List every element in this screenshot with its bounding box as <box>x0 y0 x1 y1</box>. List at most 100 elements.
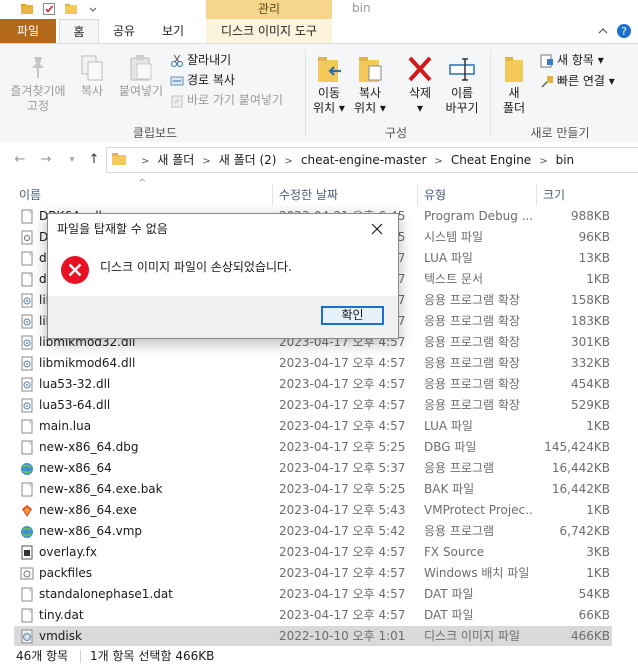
easy-access-button[interactable]: 빠른 연결 ▾ <box>540 73 615 89</box>
rename-button[interactable]: 이름 바꾸기 <box>442 54 482 116</box>
pin-to-quick-access-button[interactable]: 즐겨찾기에 고정 <box>6 54 70 114</box>
paste-shortcut-button[interactable]: 바로 가기 붙여넣기 <box>170 92 283 108</box>
dll-icon <box>21 335 33 350</box>
file-size: 988KB <box>570 209 610 223</box>
breadcrumb-separator[interactable]: > <box>284 156 292 167</box>
up-arrow-icon[interactable]: ↑ <box>86 152 102 168</box>
breadcrumb-separator[interactable]: > <box>202 156 210 167</box>
folder-icon <box>112 153 126 165</box>
breadcrumb-separator[interactable]: > <box>539 156 547 167</box>
file-name: tiny.dat <box>39 608 84 622</box>
ribbon-divider <box>490 50 491 136</box>
file-name: d <box>39 272 47 286</box>
paste-shortcut-label: 바로 가기 붙여넣기 <box>187 93 283 107</box>
file-name: lua53-64.dll <box>39 398 111 412</box>
tab-disk-image-tools[interactable]: 디스크 이미지 도구 <box>206 19 332 43</box>
chevron-up-icon[interactable] <box>596 24 610 38</box>
forward-arrow-icon[interactable]: → <box>38 152 54 168</box>
file-row[interactable]: lua53-64.dll 2023-04-17 오후 4:57 응용 프로그램 확장… <box>14 395 612 416</box>
file-row[interactable]: overlay.fx 2023-04-17 오후 4:57 FX Source 3KB <box>14 542 612 563</box>
file-row[interactable]: standalonephase1.dat 2023-04-17 오후 4:57 DA… <box>14 584 612 605</box>
file-row[interactable]: libmikmod64.dll 2023-04-17 오후 4:57 응용 프로그램… <box>14 353 612 374</box>
copy-path-button[interactable]: 경로 복사 <box>170 72 235 88</box>
delete-label-line1: 삭제 <box>408 86 432 100</box>
pin-label-line2: 고정 <box>26 99 50 113</box>
column-type[interactable]: 유형 <box>424 184 534 206</box>
breadcrumb-item[interactable]: bin <box>556 153 575 167</box>
new-folder-quick-icon[interactable] <box>64 2 78 16</box>
column-divider[interactable] <box>272 184 273 206</box>
move-to-label-line2: 위치 ▾ <box>313 101 345 115</box>
paste-clipboard-icon <box>130 55 152 81</box>
tab-view[interactable]: 보기 <box>152 19 194 43</box>
file-type: 응용 프로그램 확장 <box>424 335 520 349</box>
file-type: FX Source <box>424 545 485 559</box>
file-row[interactable]: lua53-32.dll 2023-04-17 오후 4:57 응용 프로그램 확장… <box>14 374 612 395</box>
file-row[interactable]: new-x86_64.dbg 2023-04-17 오후 5:25 DBG 파일 14… <box>14 437 612 458</box>
delete-button[interactable]: 삭제 ▾ <box>400 54 440 116</box>
file-type: 응용 프로그램 확장 <box>424 356 520 370</box>
error-dialog: 파일을 탑재할 수 없음 디스크 이미지 파일이 손상되었습니다. 확인 <box>47 213 399 339</box>
file-type: 응용 프로그램 확장 <box>424 398 520 412</box>
address-bar[interactable]: > 새 폴더 > 새 폴더 (2) > cheat-engine-master > Cheat… <box>106 147 638 173</box>
cut-button[interactable]: 잘라내기 <box>170 52 231 68</box>
move-to-button[interactable]: 이동 위치 ▾ <box>310 54 348 116</box>
title-bar: 관리 bin <box>0 0 638 19</box>
tab-share[interactable]: 공유 <box>103 19 145 43</box>
file-icon <box>21 251 33 266</box>
column-divider[interactable] <box>417 184 418 206</box>
breadcrumb-separator: > <box>141 156 150 167</box>
file-type: 응용 프로그램 확장 <box>424 293 520 307</box>
tab-file[interactable]: 파일 <box>0 19 56 43</box>
breadcrumb-item[interactable]: cheat-engine-master <box>301 153 427 167</box>
file-row[interactable]: vmdisk 2022-10-10 오후 1:01 디스크 이미지 파일 466KB <box>14 626 612 647</box>
new-item-button[interactable]: 새 항목 ▾ <box>540 52 604 68</box>
file-type: BAK 파일 <box>424 482 475 496</box>
dialog-message: 디스크 이미지 파일이 손상되었습니다. <box>100 260 292 274</box>
breadcrumb-item[interactable]: 새 폴더 (2) <box>219 153 277 167</box>
ok-button[interactable]: 확인 <box>321 306 384 325</box>
delete-label-line2: ▾ <box>416 101 424 115</box>
paste-button[interactable]: 붙여넣기 <box>112 54 170 99</box>
recent-locations-chevron-icon[interactable]: ▾ <box>64 152 80 168</box>
column-name[interactable]: 이름 <box>19 184 269 206</box>
file-row[interactable]: new-x86_64.vmp 2023-04-17 오후 5:42 응용 프로그램 6… <box>14 521 612 542</box>
column-size[interactable]: 크기 <box>543 184 603 206</box>
copy-to-label-line1: 복사 <box>358 86 382 100</box>
column-divider[interactable] <box>536 184 537 206</box>
tab-home[interactable]: 홈 <box>59 19 99 44</box>
file-row[interactable]: main.lua 2023-04-17 오후 4:57 LUA 파일 1KB <box>14 416 612 437</box>
help-icon[interactable]: ? <box>616 23 632 39</box>
new-folder-button[interactable]: 새 폴더 <box>496 54 532 116</box>
column-header-row: ^ 이름 수정한 날짜 유형 크기 <box>0 178 638 206</box>
copy-icon <box>81 55 103 81</box>
close-icon[interactable] <box>368 220 386 238</box>
quick-access-dropdown-icon[interactable] <box>86 2 100 16</box>
ribbon-tab-row: 파일 홈 공유 보기 디스크 이미지 도구 ? <box>0 19 638 44</box>
column-date-modified[interactable]: 수정한 날짜 <box>279 184 409 206</box>
file-row[interactable]: new-x86_64 2023-04-17 오후 5:37 응용 프로그램 16,44… <box>14 458 612 479</box>
file-type: DBG 파일 <box>424 440 477 454</box>
file-size: 13KB <box>578 251 610 265</box>
properties-check-icon[interactable] <box>42 2 56 16</box>
file-date: 2023-04-17 오후 4:57 <box>279 545 406 559</box>
file-date: 2023-04-17 오후 5:25 <box>279 440 406 454</box>
file-row[interactable]: packfiles 2023-04-17 오후 4:57 Windows 배치 파일… <box>14 563 612 584</box>
back-arrow-icon[interactable]: ← <box>12 152 28 168</box>
file-name: main.lua <box>39 419 92 433</box>
file-name: packfiles <box>39 566 93 580</box>
file-row[interactable]: new-x86_64.exe 2023-04-17 오후 5:43 VMProtec… <box>14 500 612 521</box>
file-row[interactable]: tiny.dat 2023-04-17 오후 4:57 DAT 파일 66KB <box>14 605 612 626</box>
file-size: 54KB <box>578 587 610 601</box>
file-type: 시스템 파일 <box>424 230 484 244</box>
file-row[interactable]: new-x86_64.exe.bak 2023-04-17 오후 5:25 BAK … <box>14 479 612 500</box>
breadcrumb-item[interactable]: 새 폴더 <box>157 153 194 167</box>
copy-to-button[interactable]: 복사 위치 ▾ <box>350 54 390 116</box>
breadcrumb-separator[interactable]: > <box>434 156 442 167</box>
breadcrumb-item[interactable]: Cheat Engine <box>451 153 531 167</box>
copy-button[interactable]: 복사 <box>74 54 110 99</box>
file-icon <box>21 440 33 455</box>
file-type: Windows 배치 파일 <box>424 566 530 580</box>
file-name: new-x86_64 <box>39 461 112 475</box>
ribbon-divider <box>305 50 306 136</box>
